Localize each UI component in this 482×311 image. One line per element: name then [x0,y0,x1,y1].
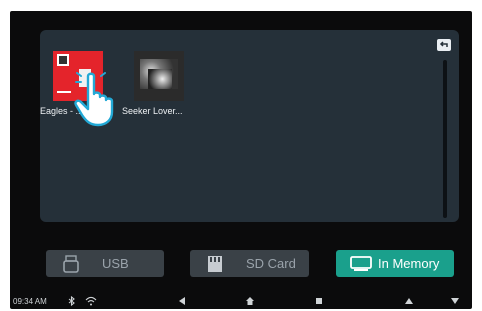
memory-icon [350,255,372,273]
home-icon[interactable] [245,296,255,308]
bluetooth-icon [68,295,76,308]
in-memory-label: In Memory [378,256,440,271]
pointing-hand-icon [72,72,120,133]
file-browser-panel: Eagles - ... Seeker Lover... [40,30,459,222]
file-item[interactable]: Seeker Lover... [122,51,210,121]
back-arrow-icon [439,36,449,54]
volume-down-icon[interactable] [450,296,460,308]
back-button[interactable] [437,39,451,51]
status-bar: 09:34 AM [10,294,472,309]
usb-icon [60,254,82,273]
sd-card-button[interactable]: SD Card [190,250,309,277]
file-name: Seeker Lover... [122,106,183,116]
album-cover-gray-icon [134,51,184,101]
usb-button[interactable]: USB [46,250,164,277]
volume-up-icon[interactable] [404,296,414,308]
device-screen: Eagles - ... Seeker Lover... USB SD Card… [10,11,472,309]
in-memory-button[interactable]: In Memory [336,250,454,277]
clock-text: 09:34 AM [13,297,47,306]
wifi-icon [85,296,97,308]
scrollbar[interactable] [443,60,447,218]
usb-label: USB [102,256,129,271]
recent-apps-icon[interactable] [315,296,323,308]
back-nav-icon[interactable] [178,296,186,308]
sd-card-label: SD Card [246,256,296,271]
sd-card-icon [204,255,226,273]
